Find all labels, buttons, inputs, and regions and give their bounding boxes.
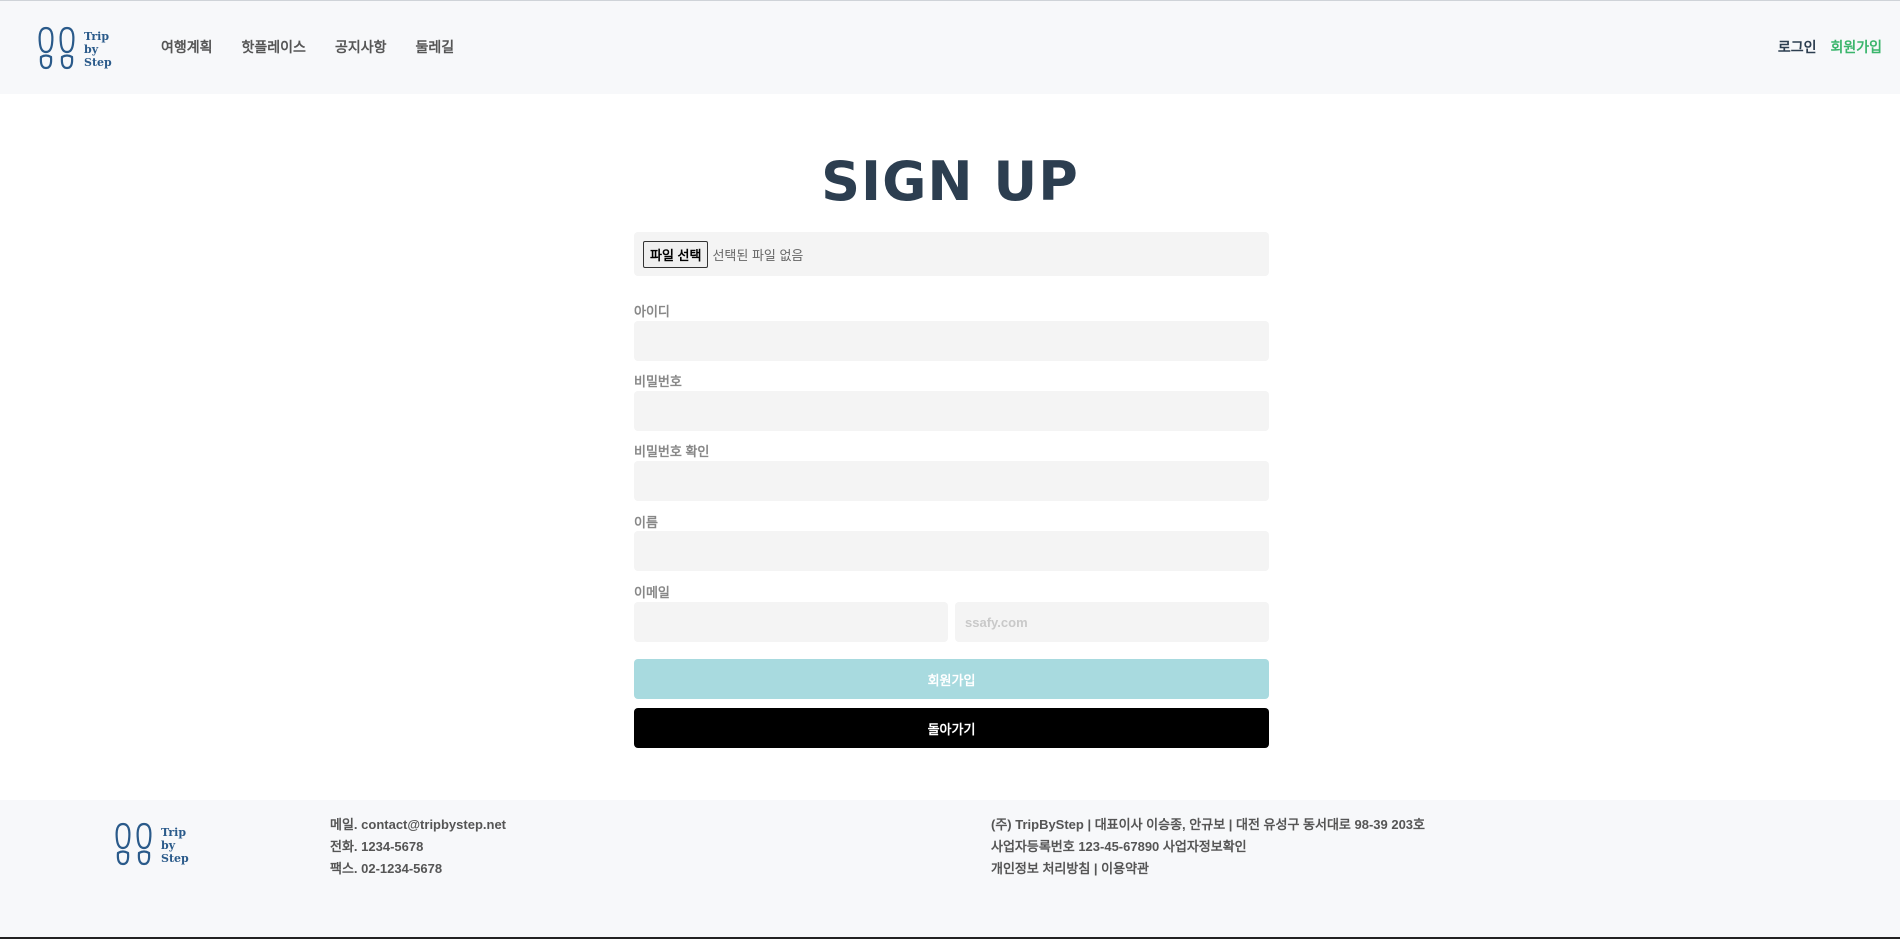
main-nav: 여행계획 핫플레이스 공지사항 둘레길 (161, 37, 454, 57)
nav-item-trail[interactable]: 둘레길 (415, 37, 454, 57)
name-label: 이름 (634, 515, 658, 530)
footprints-icon (38, 26, 75, 70)
email-id-input[interactable] (634, 602, 948, 642)
footer-business-no[interactable]: 사업자등록번호 123-45-67890 사업자정보확인 (991, 836, 1425, 858)
email-domain-input[interactable] (955, 602, 1269, 642)
site-logo[interactable]: Trip by Step (36, 26, 112, 72)
password-input[interactable] (634, 391, 1269, 431)
logo-line: Step (84, 55, 112, 69)
email-label: 이메일 (634, 585, 670, 600)
site-header: Trip by Step 여행계획 핫플레이스 공지사항 둘레길 로그인 회원가… (0, 1, 1900, 94)
password-label: 비밀번호 (634, 374, 682, 389)
file-status-text: 선택된 파일 없음 (712, 247, 804, 263)
footer-email: 메일. contact@tripbystep.net (330, 817, 507, 832)
auth-links: 로그인 회원가입 (1778, 37, 1882, 57)
nav-item-notice[interactable]: 공지사항 (335, 37, 387, 57)
footer-fax: 팩스. 02-1234-5678 (330, 861, 443, 876)
profile-image-file-input: 파일 선택 선택된 파일 없음 (634, 232, 1269, 276)
logo-line: by (84, 42, 99, 56)
login-link[interactable]: 로그인 (1778, 37, 1817, 57)
password-confirm-input[interactable] (634, 461, 1269, 501)
footprints-icon (115, 822, 152, 866)
footer-company-info: (주) TripByStep | 대표이사 이승종, 안규보 | 대전 유성구 … (991, 814, 1425, 880)
logo-text: Trip by Step (84, 30, 112, 69)
logo-line: Trip (84, 29, 110, 43)
footer-company: (주) TripByStep | 대표이사 이승종, 안규보 | 대전 유성구 … (991, 817, 1425, 832)
signup-submit-button[interactable]: 회원가입 (634, 659, 1269, 699)
id-input[interactable] (634, 321, 1269, 361)
footer-policy[interactable]: 개인정보 처리방침 | 이용약관 (991, 858, 1425, 880)
id-label: 아이디 (634, 304, 670, 319)
file-select-button[interactable]: 파일 선택 (643, 240, 709, 268)
password-confirm-label: 비밀번호 확인 (634, 444, 710, 459)
name-input[interactable] (634, 531, 1269, 571)
footer-contact: 메일. contact@tripbystep.net 전화. 1234-5678… (330, 814, 506, 880)
logo-text: Trip by Step (161, 826, 189, 865)
logo-line: Step (161, 851, 189, 865)
footer-phone: 전화. 1234-5678 (330, 839, 424, 854)
logo-line: by (161, 838, 176, 852)
footer-logo: Trip by Step (113, 822, 189, 868)
nav-item-hot-place[interactable]: 핫플레이스 (242, 37, 306, 57)
nav-item-trip-plan[interactable]: 여행계획 (161, 37, 213, 57)
site-footer: Trip by Step 메일. contact@tripbystep.net … (0, 800, 1900, 939)
page-title: SIGN UP (821, 150, 1079, 213)
signup-link[interactable]: 회원가입 (1830, 37, 1882, 57)
logo-line: Trip (161, 825, 187, 839)
back-button[interactable]: 돌아가기 (634, 708, 1269, 748)
